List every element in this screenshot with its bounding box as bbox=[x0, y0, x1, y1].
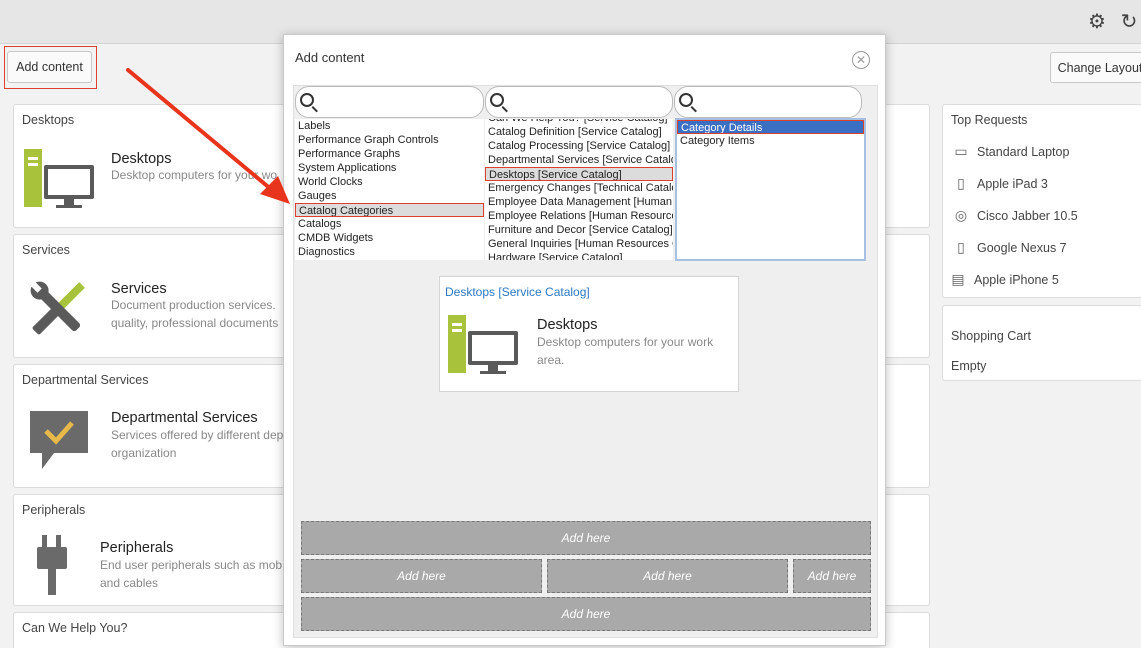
top-request-item[interactable]: ▤ Apple iPhone 5 bbox=[948, 271, 1058, 288]
chat-check-icon bbox=[30, 411, 88, 469]
list-item[interactable]: Hardware [Service Catalog] bbox=[485, 251, 673, 260]
top-request-item[interactable]: ▯ Apple iPad 3 bbox=[951, 175, 1048, 192]
list-item[interactable]: Catalog Definition [Service Catalog] bbox=[485, 125, 673, 139]
item-title[interactable]: Desktops bbox=[111, 151, 171, 167]
list-item[interactable]: Gauges bbox=[295, 189, 484, 203]
drop-zone[interactable]: Add here bbox=[547, 559, 788, 593]
change-layout-button[interactable]: Change Layout bbox=[1050, 52, 1141, 83]
tablet-icon: ▯ bbox=[957, 239, 965, 255]
desktop-computer-icon bbox=[24, 149, 94, 208]
tablet-icon: ▯ bbox=[957, 175, 965, 191]
list-item[interactable]: General Inquiries [Human Resources Catal… bbox=[485, 237, 673, 251]
gear-icon[interactable]: ⚙ bbox=[1086, 11, 1108, 33]
widget-preview: Desktops [Service Catalog] Desktops Desk… bbox=[439, 276, 739, 392]
list-item[interactable]: System Applications bbox=[295, 161, 484, 175]
list-item[interactable]: Performance Graphs bbox=[295, 147, 484, 161]
item-description-line2: and cables bbox=[100, 576, 159, 590]
list-item[interactable]: Employee Data Management [Human Resource… bbox=[485, 195, 673, 209]
top-request-item[interactable]: ▭ Standard Laptop bbox=[951, 143, 1069, 160]
refresh-icon[interactable]: ↻ bbox=[1118, 11, 1140, 33]
cart-status: Empty bbox=[951, 359, 987, 373]
close-icon[interactable]: ✕ bbox=[852, 51, 870, 69]
top-request-item[interactable]: ◎ Cisco Jabber 10.5 bbox=[951, 207, 1078, 224]
item-description: End user peripherals such as mob bbox=[100, 558, 283, 572]
list-item[interactable]: Diagnostics bbox=[295, 245, 484, 259]
item-description-line2: quality, professional documents bbox=[111, 316, 279, 330]
list-item[interactable]: World Clocks bbox=[295, 175, 484, 189]
list-item[interactable]: Category Details bbox=[677, 120, 864, 134]
search-input-widgets[interactable] bbox=[295, 86, 484, 118]
card-title: Departmental Services bbox=[22, 373, 149, 387]
image-icon: ▤ bbox=[951, 271, 965, 287]
list-item[interactable]: Emergency Changes [Technical Catalog] bbox=[485, 181, 673, 195]
list-item[interactable]: Employee Relations [Human Resources] bbox=[485, 209, 673, 223]
item-description: Desktop computers for your wo bbox=[111, 168, 278, 182]
item-title[interactable]: Services bbox=[111, 281, 167, 297]
list-item[interactable]: Labels bbox=[295, 119, 484, 133]
list-item[interactable]: Catalog Categories bbox=[295, 203, 484, 217]
list-item[interactable]: Furniture and Decor [Service Catalog] bbox=[485, 223, 673, 237]
drop-zone[interactable]: Add here bbox=[301, 521, 871, 555]
wrench-screwdriver-icon bbox=[30, 281, 85, 335]
top-requests-card: Top Requests ▭ Standard Laptop ▯ Apple iPa… bbox=[942, 104, 1141, 298]
renderer-list: Category Details Category Items bbox=[675, 118, 866, 261]
category-list: Can We Help You? [Service Catalog]Catalo… bbox=[485, 119, 673, 260]
item-description: Document production services. bbox=[111, 298, 276, 312]
item-description: Services offered by different dep bbox=[111, 428, 284, 442]
list-item[interactable]: Performance Graph Controls bbox=[295, 133, 484, 147]
list-item[interactable]: Desktops [Service Catalog] bbox=[485, 167, 673, 181]
list-item[interactable]: Catalog Processing [Service Catalog] bbox=[485, 139, 673, 153]
search-icon bbox=[300, 93, 314, 107]
plug-icon bbox=[37, 535, 67, 595]
list-item[interactable]: Category Items bbox=[677, 134, 864, 148]
preview-title: Desktops bbox=[537, 317, 598, 333]
add-content-dialog: Add content ✕ Labels Performance Graph Co… bbox=[283, 34, 886, 646]
card-title: Shopping Cart bbox=[951, 329, 1031, 343]
item-title[interactable]: Departmental Services bbox=[111, 410, 258, 426]
preview-link[interactable]: Desktops [Service Catalog] bbox=[445, 285, 590, 299]
dialog-body: Labels Performance Graph Controls Performa… bbox=[293, 85, 878, 638]
search-input-categories[interactable] bbox=[485, 86, 673, 118]
search-icon bbox=[490, 93, 504, 107]
search-input-renderers[interactable] bbox=[674, 86, 862, 118]
desktop-computer-icon bbox=[448, 315, 518, 374]
drop-zone[interactable]: Add here bbox=[301, 559, 542, 593]
search-icon bbox=[679, 93, 693, 107]
list-item[interactable]: Departmental Services [Service Catalog] bbox=[485, 153, 673, 167]
list-item[interactable]: Catalogs bbox=[295, 217, 484, 231]
dialog-title: Add content bbox=[295, 50, 365, 65]
item-title[interactable]: Peripherals bbox=[100, 540, 173, 556]
laptop-icon: ▭ bbox=[954, 143, 968, 159]
disc-icon: ◎ bbox=[954, 207, 968, 223]
shopping-cart-card: Shopping Cart Empty bbox=[942, 305, 1141, 381]
card-title: Services bbox=[22, 243, 70, 257]
preview-description: Desktop computers for your work area. bbox=[537, 335, 714, 367]
widget-type-list: Labels Performance Graph Controls Performa… bbox=[295, 119, 484, 260]
add-content-button[interactable]: Add content bbox=[7, 51, 92, 83]
card-title: Top Requests bbox=[951, 113, 1028, 127]
card-title: Peripherals bbox=[22, 503, 86, 517]
top-request-item[interactable]: ▯ Google Nexus 7 bbox=[951, 239, 1067, 256]
drop-zone[interactable]: Add here bbox=[301, 597, 871, 631]
drop-zone[interactable]: Add here bbox=[793, 559, 871, 593]
item-description-line2: organization bbox=[111, 446, 177, 460]
card-title: Desktops bbox=[22, 113, 75, 127]
card-title: Can We Help You? bbox=[22, 621, 128, 635]
list-item[interactable]: CMDB Widgets bbox=[295, 231, 484, 245]
